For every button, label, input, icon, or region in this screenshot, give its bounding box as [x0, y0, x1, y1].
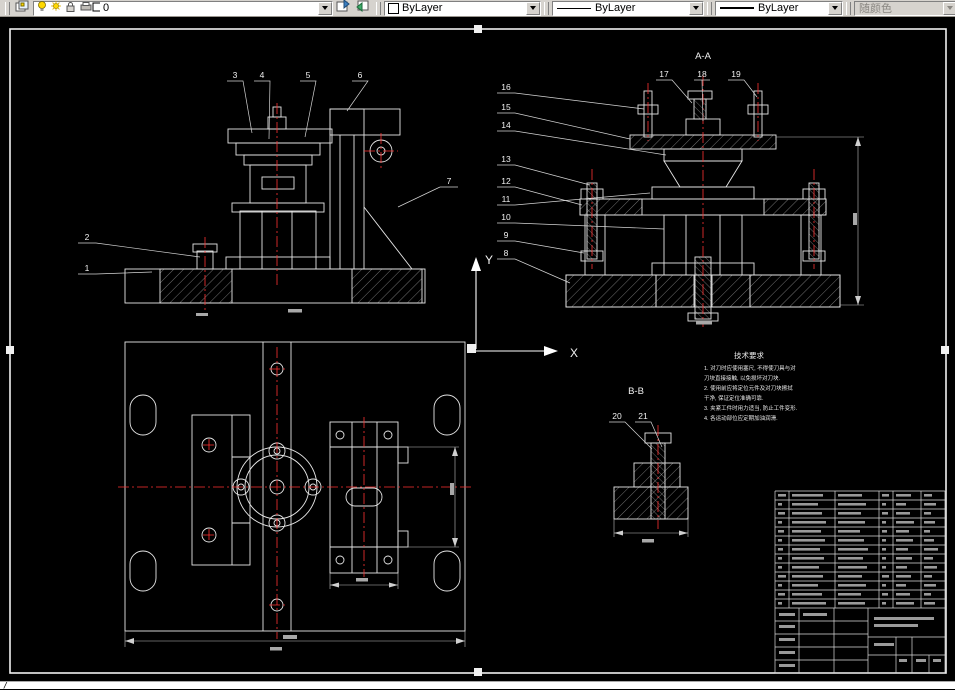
notes-line: 2. 使用前应将定位元件及对刀块擦拭: [704, 384, 793, 392]
balloon-20: 20: [612, 411, 622, 421]
frame-tick-bottom: [474, 668, 482, 676]
chevron-down-icon: [947, 6, 953, 10]
chevron-down-icon: [693, 6, 699, 10]
plot-style-dropdown-arrow: [943, 1, 955, 15]
dimension-lines: [124, 136, 864, 647]
lineweight-value-label: ByLayer: [758, 2, 799, 14]
drawing-canvas[interactable]: 3 4 5 6 7 2 1 16 15 14 13 12 11 10 9 8 1…: [0, 17, 955, 681]
notes-line: 刀块直接接触, 以免损坏对刀块.: [704, 374, 781, 382]
drawing-text: 3 4 5 6 7 2 1 16 15 14 13 12 11 10 9 8 1…: [85, 51, 741, 421]
balloon-11: 11: [502, 194, 511, 204]
balloon-3: 3: [233, 70, 238, 80]
linetype-value-label: ByLayer: [595, 2, 636, 14]
notes-line: 干净, 保证定位准确可靠.: [704, 394, 764, 402]
front-view: [124, 106, 426, 304]
linetype-control-dropdown-arrow[interactable]: [689, 1, 703, 15]
balloon-1: 1: [85, 263, 90, 273]
layer-properties-button[interactable]: [13, 0, 33, 17]
axis-y-label: Y: [485, 253, 493, 267]
axis-x-label: X: [570, 346, 578, 360]
balloon-21: 21: [638, 411, 648, 421]
notes-line: 3. 夹紧工件时用力适当, 防止工件变形.: [704, 404, 798, 412]
top-toolbar: 0 ByLayer ByLayer ByLayer 随颜色: [0, 0, 955, 17]
balloon-5: 5: [306, 70, 311, 80]
frame-tick-right: [941, 346, 949, 354]
frame-tick-top: [474, 25, 482, 33]
linetype-sample-icon: [557, 7, 591, 9]
balloon-8: 8: [504, 248, 509, 258]
notes-line: 4. 各运动部位应定期加油润滑.: [704, 414, 778, 422]
toolbar-grip[interactable]: [376, 1, 381, 15]
ucs-y-arrowhead: [471, 257, 481, 271]
layer-state-icons: [36, 0, 102, 16]
toolbar-grip[interactable]: [544, 1, 549, 15]
notes-title: 技术要求: [734, 350, 764, 360]
plot-style-control: 随颜色: [854, 0, 955, 16]
color-control[interactable]: ByLayer: [384, 0, 541, 16]
layer-control[interactable]: 0: [33, 0, 333, 16]
balloon-6: 6: [358, 70, 363, 80]
balloon-12: 12: [501, 176, 511, 186]
section-bb-view: [613, 432, 689, 520]
command-line[interactable]: /: [0, 681, 955, 690]
notes: 技术要求 1. 对刀时应使用塞尺, 不得使刀具与对 刀块直接接触, 以免损坏对刀…: [704, 350, 798, 422]
color-swatch-icon: [388, 2, 399, 14]
section-bb-title: B-B: [628, 386, 644, 397]
balloon-2: 2: [85, 232, 90, 242]
lineweight-control-dropdown-arrow[interactable]: [828, 1, 842, 15]
balloon-18: 18: [697, 69, 707, 79]
ucs-x-arrowhead: [544, 346, 558, 356]
chevron-down-icon: [322, 6, 328, 10]
balloon-4: 4: [260, 70, 265, 80]
linetype-control[interactable]: ByLayer: [552, 0, 704, 16]
section-aa-title: A-A: [695, 51, 712, 62]
layer-previous-button[interactable]: [353, 0, 373, 17]
chevron-down-icon: [832, 6, 838, 10]
notes-line: 1. 对刀时应使用塞尺, 不得使刀具与对: [704, 364, 796, 372]
balloon-16: 16: [501, 82, 511, 92]
balloon-17: 17: [659, 69, 669, 79]
chevron-down-icon: [530, 6, 536, 10]
toolbar-grip[interactable]: [707, 1, 712, 15]
color-control-dropdown-arrow[interactable]: [526, 1, 540, 15]
plot-style-value-label: 随颜色: [859, 3, 892, 15]
layer-name-label: 0: [103, 2, 110, 14]
plan-view: [124, 341, 466, 632]
layer-previous-icon: [355, 0, 371, 17]
balloon-10: 10: [501, 212, 511, 222]
balloon-15: 15: [501, 102, 511, 112]
centerlines: [118, 75, 815, 639]
layers-icon: [15, 0, 31, 17]
balloon-19: 19: [731, 69, 741, 79]
make-layer-current-icon: [335, 0, 351, 17]
make-object-layer-current-button[interactable]: [333, 0, 353, 17]
title-block: [774, 490, 946, 674]
frame-tick-left: [6, 346, 14, 354]
balloon-7: 7: [447, 176, 452, 186]
toolbar-grip[interactable]: [5, 1, 10, 15]
lineweight-control[interactable]: ByLayer: [715, 0, 843, 16]
toolbar-grip[interactable]: [846, 1, 851, 15]
lineweight-sample-icon: [720, 7, 754, 9]
balloon-13: 13: [501, 154, 511, 164]
balloon-14: 14: [501, 120, 511, 130]
balloon-9: 9: [504, 230, 509, 240]
layer-control-dropdown-arrow[interactable]: [318, 1, 332, 15]
color-value-label: ByLayer: [402, 2, 443, 14]
sheet-center-mark: [467, 344, 476, 353]
